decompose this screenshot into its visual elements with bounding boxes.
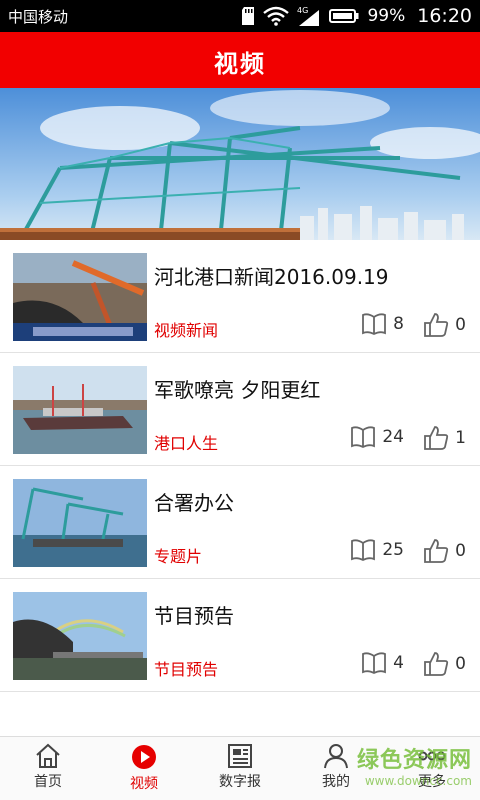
battery-icon [329,9,359,23]
video-thumbnail[interactable] [13,253,147,341]
sdcard-icon [242,7,255,25]
signal-4g-icon: 4G [297,6,320,26]
video-title[interactable]: 河北港口新闻2016.09.19 [154,261,389,290]
book-icon [362,652,387,675]
battery-percent: 99% [367,6,406,26]
nav-newspaper[interactable]: 数字报 [192,737,288,800]
like-count-value: 1 [455,428,466,448]
view-count-value: 24 [382,427,404,447]
list-item[interactable]: 河北港口新闻2016.09.19 视频新闻 8 0 [0,240,480,353]
page-title: 视频 [214,50,266,78]
book-icon [351,426,376,449]
nav-home[interactable]: 首页 [0,737,96,800]
video-list: 河北港口新闻2016.09.19 视频新闻 8 0 军歌嘹亮 夕阳更红 港口人生… [0,240,480,692]
more-icon [418,751,446,761]
nav-profile-label: 我的 [322,774,350,790]
view-count: 4 [361,651,404,675]
nav-more-label: 更多 [418,774,446,790]
thumbs-up-icon[interactable] [423,312,449,338]
like-count[interactable]: 0 [423,651,466,677]
banner-image[interactable] [0,88,480,240]
list-item[interactable]: 合署办公 专题片 25 0 [0,466,480,579]
status-bar: 中国移动 4G 99% 16:20 [0,0,480,32]
like-count[interactable]: 1 [423,425,466,451]
nav-video[interactable]: 视频 [96,737,192,800]
like-count-value: 0 [455,654,466,674]
video-thumbnail[interactable] [13,366,147,454]
like-count[interactable]: 0 [423,538,466,564]
video-title[interactable]: 合署办公 [154,487,234,516]
clock: 16:20 [417,5,472,27]
video-category[interactable]: 节目预告 [154,656,218,680]
list-item[interactable]: 军歌嘹亮 夕阳更红 港口人生 24 1 [0,353,480,466]
nav-video-label: 视频 [130,776,158,792]
user-icon [324,744,348,769]
video-category[interactable]: 专题片 [154,543,202,567]
thumbs-up-icon[interactable] [423,538,449,564]
port-cranes-banner [0,88,480,240]
newspaper-icon [228,744,252,768]
book-icon [351,539,376,562]
book-icon [362,313,387,336]
carrier-name: 中国移动 [8,8,69,26]
view-count-value: 25 [382,540,404,560]
nav-home-label: 首页 [34,774,62,790]
thumbs-up-icon[interactable] [423,425,449,451]
nav-newspaper-label: 数字报 [219,774,261,790]
view-count-value: 8 [393,314,404,334]
video-thumbnail[interactable] [13,592,147,680]
view-count: 24 [350,425,404,449]
nav-more[interactable]: 更多 [384,737,480,800]
video-title[interactable]: 军歌嘹亮 夕阳更红 [154,374,320,403]
bottom-nav: 首页 视频 数字报 我的 更多 [0,736,480,800]
thumbs-up-icon[interactable] [423,651,449,677]
view-count: 25 [350,538,404,562]
wifi-icon [263,6,290,26]
view-count: 8 [361,312,404,336]
like-count-value: 0 [455,541,466,561]
home-icon [36,743,60,768]
video-category[interactable]: 视频新闻 [154,317,218,341]
video-thumbnail[interactable] [13,479,147,567]
play-icon [132,745,156,769]
view-count-value: 4 [393,653,404,673]
video-category[interactable]: 港口人生 [154,430,218,454]
like-count[interactable]: 0 [423,312,466,338]
video-title[interactable]: 节目预告 [154,600,234,629]
svg-text:4G: 4G [297,6,308,15]
status-icons: 4G 99% 16:20 [241,3,472,29]
like-count-value: 0 [455,315,466,335]
title-bar: 视频 [0,32,480,88]
list-item[interactable]: 节目预告 节目预告 4 0 [0,579,480,692]
nav-profile[interactable]: 我的 [288,737,384,800]
